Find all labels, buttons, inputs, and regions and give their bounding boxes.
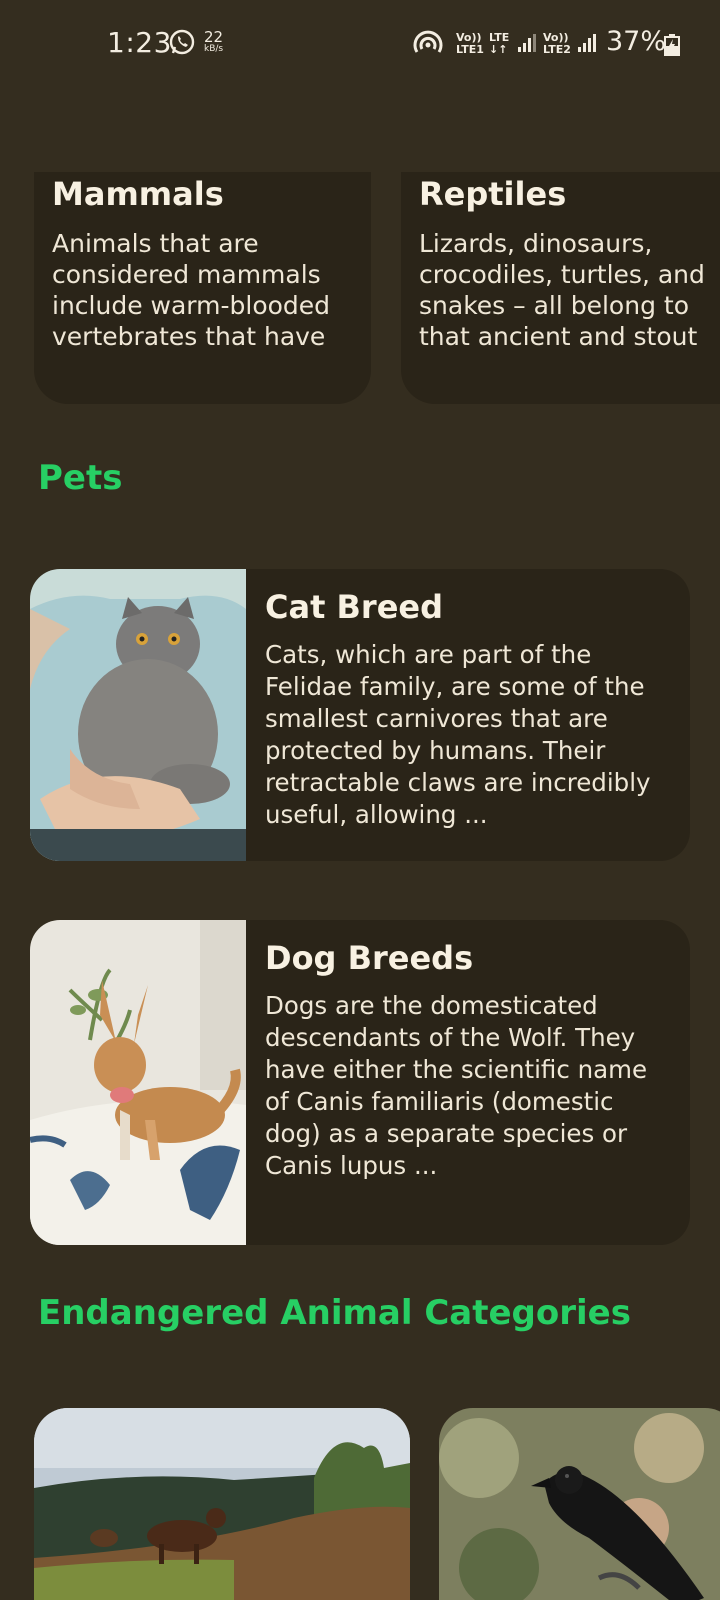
cattle-photo — [34, 1408, 410, 1600]
sim1-lte-label: LTE1 — [456, 43, 484, 56]
battery-charging-icon — [664, 34, 680, 56]
network-speed: 22 kB/s — [204, 30, 224, 55]
pet-card-title: Cat Breed — [265, 588, 443, 626]
whatsapp-icon — [169, 29, 195, 55]
signal-sim1-icon — [518, 34, 536, 52]
cat-photo — [30, 569, 246, 861]
category-description: Lizards, dinosaurs, crocodiles, turtles,… — [419, 229, 705, 351]
network-speed-unit: kB/s — [204, 44, 224, 54]
pet-card-text: Dog Breeds Dogs are the domesticated des… — [265, 920, 670, 1182]
sim1-indicator: Vo)) LTE1 — [456, 32, 484, 56]
endangered-section-title: Endangered Animal Categories — [38, 1293, 631, 1333]
hotspot-icon — [413, 30, 443, 53]
category-title: Reptiles — [419, 175, 567, 213]
pet-card-description: Dogs are the domesticated descendants of… — [265, 991, 648, 1180]
dog-photo — [30, 920, 246, 1245]
pet-card-description: Cats, which are part of the Felidae fami… — [265, 640, 651, 829]
pet-card-title: Dog Breeds — [265, 939, 474, 977]
crow-photo — [439, 1408, 720, 1600]
category-card-reptiles[interactable]: Reptiles Lizards, dinosaurs, crocodiles,… — [401, 172, 720, 404]
category-description: Animals that are considered mammals incl… — [52, 229, 331, 351]
endangered-card-cattle[interactable] — [34, 1408, 410, 1600]
signal-sim2-icon — [578, 34, 596, 52]
sim2-lte-label: LTE2 — [543, 43, 571, 56]
pet-card-cat[interactable]: Cat Breed Cats, which are part of the Fe… — [30, 569, 690, 861]
battery-percent: 37% — [606, 26, 667, 57]
category-carousel[interactable]: Mammals Animals that are considered mamm… — [0, 172, 720, 407]
lte-data-indicator: LTE ↓↑ — [489, 32, 509, 56]
pets-section-title: Pets — [38, 458, 123, 498]
status-bar: 1:23 22 kB/s Vo)) LTE1 LTE ↓↑ Vo)) LTE2 … — [0, 0, 720, 90]
category-title: Mammals — [52, 175, 224, 213]
pet-card-text: Cat Breed Cats, which are part of the Fe… — [265, 569, 670, 831]
endangered-card-crow[interactable] — [439, 1408, 720, 1600]
category-card-mammals[interactable]: Mammals Animals that are considered mamm… — [34, 172, 371, 404]
app-screen: 1:23 22 kB/s Vo)) LTE1 LTE ↓↑ Vo)) LTE2 … — [0, 0, 720, 1600]
status-time: 1:23 — [107, 26, 172, 59]
data-arrows-icon: ↓↑ — [489, 43, 508, 56]
sim2-indicator: Vo)) LTE2 — [543, 32, 571, 56]
pet-card-dog[interactable]: Dog Breeds Dogs are the domesticated des… — [30, 920, 690, 1245]
